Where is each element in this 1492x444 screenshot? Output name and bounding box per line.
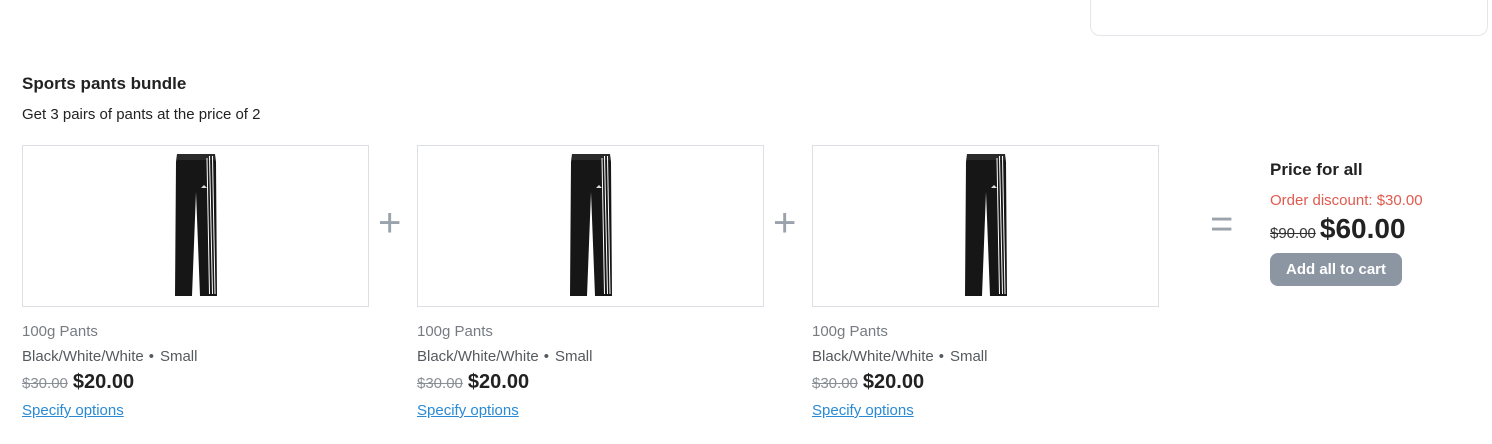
product-image-frame[interactable]	[22, 145, 369, 307]
bundle-description: Get 3 pairs of pants at the price of 2	[22, 106, 261, 123]
variant-color: Black/White/White	[417, 348, 539, 365]
equals-operator: =	[1210, 202, 1234, 246]
new-price: $20.00	[467, 371, 530, 393]
variant-separator: •	[938, 348, 944, 365]
track-pants-image	[569, 154, 612, 296]
bundle-product-3: 100g Pants Black/White/White • Small $30.0…	[812, 145, 1159, 419]
plus-operator: +	[378, 201, 402, 245]
old-price: $30.00	[22, 375, 68, 392]
bundle-title: Sports pants bundle	[22, 74, 187, 93]
product-image-frame[interactable]	[417, 145, 764, 307]
product-variant: Black/White/White • Small	[417, 348, 592, 365]
old-price: $30.00	[417, 375, 463, 392]
old-price: $30.00	[812, 375, 858, 392]
product-name: 100g Pants	[812, 323, 888, 340]
product-variant: Black/White/White • Small	[22, 348, 197, 365]
top-card	[1090, 0, 1488, 36]
variant-color: Black/White/White	[22, 348, 144, 365]
bundle-summary: Price for all Order discount: $30.00 $90…	[1270, 160, 1423, 286]
variant-color: Black/White/White	[812, 348, 934, 365]
specify-options-link[interactable]: Specify options	[417, 402, 519, 419]
plus-operator: +	[773, 201, 797, 245]
product-name: 100g Pants	[22, 323, 98, 340]
variant-size: Small	[554, 348, 593, 365]
old-total-price: $90.00	[1270, 225, 1316, 242]
add-all-to-cart-button[interactable]: Add all to cart	[1270, 253, 1403, 286]
summary-totals: $90.00 $60.00	[1270, 213, 1423, 245]
product-prices: $30.00 $20.00	[812, 371, 924, 394]
specify-options-link[interactable]: Specify options	[22, 402, 124, 419]
bundle-product-2: 100g Pants Black/White/White • Small $30.0…	[417, 145, 764, 419]
product-variant: Black/White/White • Small	[812, 348, 987, 365]
product-prices: $30.00 $20.00	[417, 371, 529, 394]
bundle-product-1: 100g Pants Black/White/White • Small $30.0…	[22, 145, 369, 419]
order-discount: Order discount: $30.00	[1270, 192, 1423, 209]
track-pants-image	[174, 154, 217, 296]
variant-size: Small	[159, 348, 198, 365]
track-pants-image	[964, 154, 1007, 296]
product-prices: $30.00 $20.00	[22, 371, 134, 394]
new-price: $20.00	[72, 371, 135, 393]
product-image-frame[interactable]	[812, 145, 1159, 307]
variant-separator: •	[543, 348, 549, 365]
variant-separator: •	[148, 348, 154, 365]
variant-size: Small	[949, 348, 988, 365]
product-name: 100g Pants	[417, 323, 493, 340]
new-price: $20.00	[862, 371, 925, 393]
specify-options-link[interactable]: Specify options	[812, 402, 914, 419]
new-total-price: $60.00	[1319, 213, 1406, 244]
summary-title: Price for all	[1270, 160, 1363, 179]
